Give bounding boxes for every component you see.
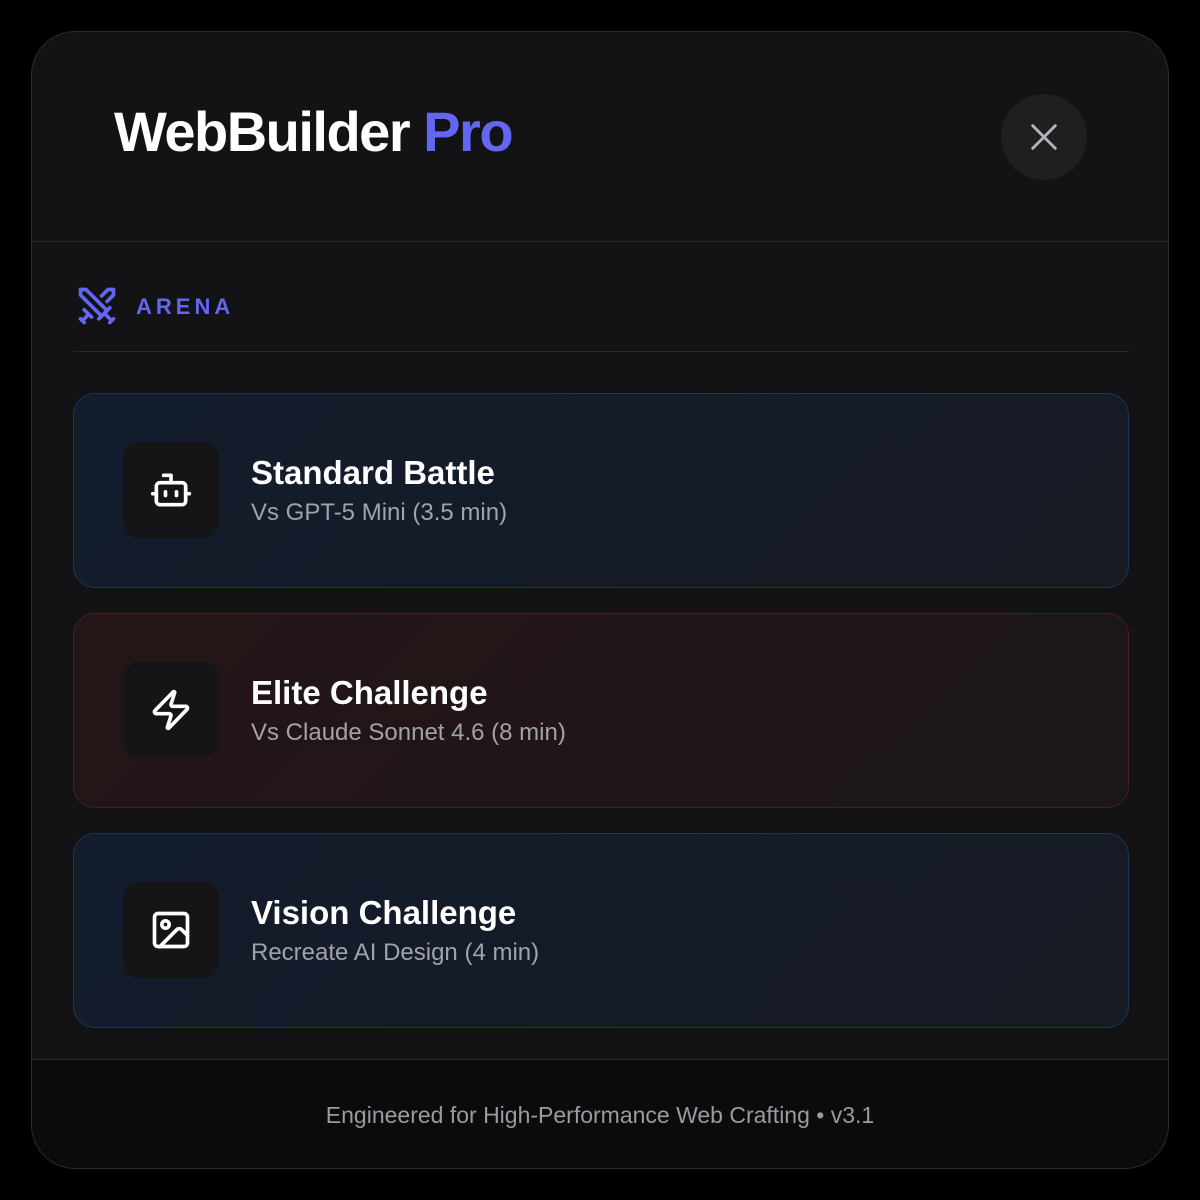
mode-title: Vision Challenge	[251, 894, 517, 931]
section-label: ARENA	[136, 294, 235, 319]
modal-header: WebBuilder Pro	[32, 32, 1168, 242]
mode-subtitle: Recreate AI Design (4 min)	[251, 939, 540, 966]
mode-icon-box	[123, 442, 219, 538]
brand-suffix: Pro	[423, 100, 513, 163]
crossed-swords-icon	[78, 287, 116, 325]
lightning-icon	[152, 689, 190, 731]
image-icon	[152, 911, 190, 949]
arena-modal: WebBuilder Pro ARENA Standard Battle Vs …	[31, 31, 1169, 1169]
section-header: ARENA	[73, 284, 1129, 352]
close-button[interactable]	[1001, 94, 1087, 180]
mode-list: Standard Battle Vs GPT-5 Mini (3.5 min) …	[73, 393, 1129, 1053]
mode-card-vision-challenge[interactable]: Vision Challenge Recreate AI Design (4 m…	[73, 833, 1129, 1028]
mode-subtitle: Vs GPT-5 Mini (3.5 min)	[251, 499, 508, 526]
mode-icon-box	[123, 662, 219, 758]
mode-title: Elite Challenge	[251, 674, 488, 711]
mode-title: Standard Battle	[251, 454, 495, 491]
mode-card-standard-battle[interactable]: Standard Battle Vs GPT-5 Mini (3.5 min)	[73, 393, 1129, 588]
robot-icon	[150, 473, 192, 507]
brand-name: WebBuilder	[114, 100, 411, 163]
footer-text: Engineered for High-Performance Web Craf…	[325, 1102, 875, 1128]
mode-card-elite-challenge[interactable]: Elite Challenge Vs Claude Sonnet 4.6 (8 …	[73, 613, 1129, 808]
mode-subtitle: Vs Claude Sonnet 4.6 (8 min)	[251, 719, 566, 746]
mode-icon-box	[123, 882, 219, 978]
close-icon	[1031, 124, 1057, 150]
modal-footer: Engineered for High-Performance Web Craf…	[32, 1059, 1168, 1168]
app-title: WebBuilder Pro	[114, 104, 514, 160]
